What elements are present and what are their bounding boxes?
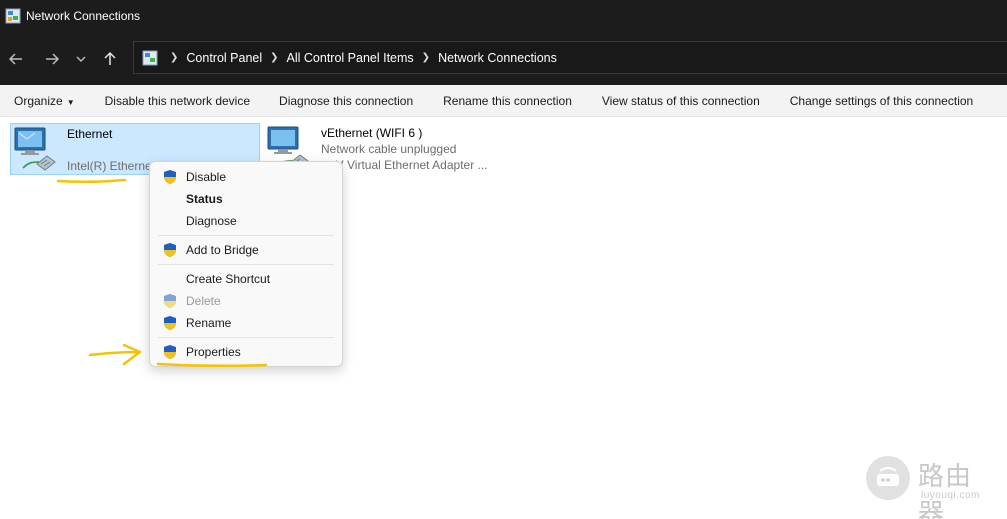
adapter-name: Ethernet	[67, 127, 113, 141]
breadcrumb-separator-icon: ❯	[170, 52, 179, 63]
title-bar: Network Connections	[0, 0, 1007, 32]
breadcrumb-control-panel[interactable]: Control Panel	[186, 51, 262, 65]
network-connections-icon	[5, 8, 21, 24]
arrow-right-icon	[46, 52, 60, 65]
menu-item-add-to-bridge[interactable]: Add to Bridge	[154, 239, 338, 261]
window-title: Network Connections	[26, 9, 141, 23]
arrow-left-icon	[8, 52, 22, 65]
menu-separator	[158, 337, 334, 338]
arrow-up-icon	[104, 51, 116, 65]
adapter-device: er-V Virtual Ethernet Adapter ...	[321, 158, 488, 172]
watermark-brand: 路由器	[918, 462, 973, 519]
breadcrumb-all-items[interactable]: All Control Panel Items	[287, 51, 414, 65]
adapter-status: Network cable unplugged	[321, 142, 457, 156]
change-settings-button[interactable]: Change settings of this connection	[790, 94, 973, 108]
control-panel-icon	[142, 50, 158, 66]
disable-device-button[interactable]: Disable this network device	[105, 94, 250, 108]
menu-item-diagnose[interactable]: Diagnose	[154, 210, 338, 232]
menu-item-disable[interactable]: Disable	[154, 166, 338, 188]
caret-down-icon: ▼	[66, 97, 75, 107]
diagnose-connection-button[interactable]: Diagnose this connection	[279, 94, 413, 108]
menu-separator	[158, 264, 334, 265]
breadcrumb-separator-icon: ❯	[270, 52, 279, 63]
uac-shield-icon	[162, 344, 178, 360]
adapter-device: Intel(R) Etherne	[67, 159, 152, 173]
uac-shield-icon	[162, 315, 178, 331]
adapter-name: vEthernet (WIFI 6 )	[321, 126, 423, 140]
organize-button[interactable]: Organize ▼	[14, 94, 75, 108]
navigation-bar: ❯ Control Panel ❯ All Control Panel Item…	[0, 32, 1007, 85]
menu-item-delete: Delete	[154, 290, 338, 312]
uac-shield-icon	[162, 293, 178, 309]
context-menu: Disable Status Diagnose Add to Bridge Cr…	[149, 161, 343, 367]
address-bar[interactable]: ❯ Control Panel ❯ All Control Panel Item…	[133, 41, 1007, 74]
up-button[interactable]	[94, 43, 126, 75]
breadcrumb-separator-icon: ❯	[421, 52, 431, 63]
adapter-status	[67, 143, 152, 157]
uac-shield-icon	[162, 242, 178, 258]
menu-item-properties[interactable]: Properties	[154, 341, 338, 363]
breadcrumb-network-connections[interactable]: Network Connections	[438, 51, 557, 65]
menu-item-rename[interactable]: Rename	[154, 312, 338, 334]
watermark-url: luyouqi.com	[921, 490, 980, 501]
menu-separator	[158, 235, 334, 236]
view-status-button[interactable]: View status of this connection	[602, 94, 760, 108]
back-button[interactable]	[0, 43, 32, 75]
uac-shield-icon	[162, 169, 178, 185]
watermark: 路由器 luyouqi.com	[866, 456, 996, 519]
rename-connection-button[interactable]: Rename this connection	[443, 94, 572, 108]
menu-item-create-shortcut[interactable]: Create Shortcut	[154, 268, 338, 290]
chevron-down-icon	[76, 56, 86, 62]
router-logo-icon	[866, 456, 910, 500]
command-bar: Organize ▼ Disable this network device Di…	[0, 85, 1007, 117]
recent-locations-button[interactable]	[68, 43, 94, 75]
network-adapter-icon	[11, 124, 61, 174]
menu-item-status[interactable]: Status	[154, 188, 338, 210]
forward-button[interactable]	[36, 43, 68, 75]
